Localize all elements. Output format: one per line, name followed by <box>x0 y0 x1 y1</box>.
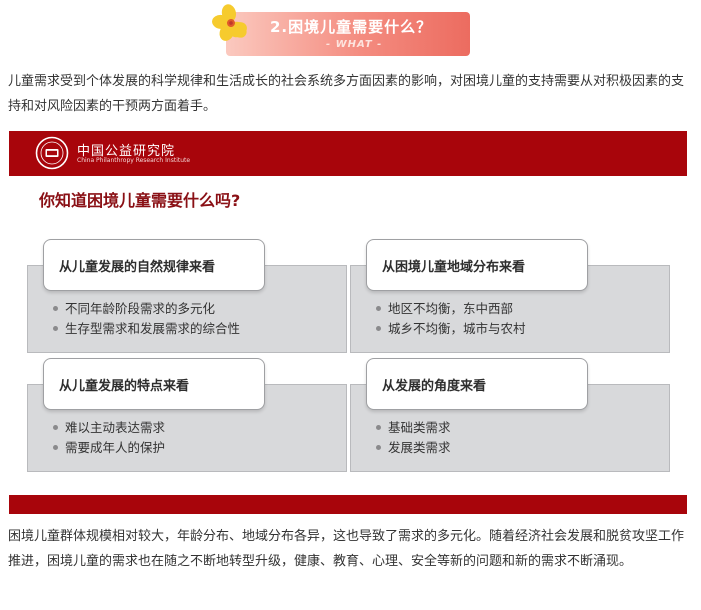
org-name-en: China Philanthropy Research Institute <box>77 157 191 164</box>
infographic: 中国公益研究院 China Philanthropy Research Inst… <box>9 131 687 514</box>
bullet-icon <box>53 445 58 450</box>
card-title-box: 从发展的角度来看 <box>366 358 588 410</box>
org-logo-icon <box>35 136 69 170</box>
card-title: 从儿童发展的特点来看 <box>59 379 190 394</box>
card-title-box: 从儿童发展的自然规律来看 <box>43 239 265 291</box>
list-item: 难以主动表达需求 <box>53 418 165 438</box>
card-title: 从困境儿童地域分布来看 <box>382 260 526 275</box>
bullet-icon <box>376 445 381 450</box>
card-list: 不同年龄阶段需求的多元化 生存型需求和发展需求的综合性 <box>53 299 240 339</box>
list-item-text: 发展类需求 <box>388 440 451 455</box>
card-title-box: 从儿童发展的特点来看 <box>43 358 265 410</box>
bullet-icon <box>53 326 58 331</box>
bullet-icon <box>376 306 381 311</box>
bullet-icon <box>53 425 58 430</box>
flower-icon <box>212 4 247 41</box>
list-item-text: 地区不均衡，东中西部 <box>388 301 514 316</box>
bullet-icon <box>53 306 58 311</box>
section-header: 2.困境儿童需要什么？ - WHAT - <box>212 2 474 60</box>
card-list: 基础类需求 发展类需求 <box>376 418 451 458</box>
infographic-header: 中国公益研究院 China Philanthropy Research Inst… <box>9 131 687 176</box>
section-title: 2.困境儿童需要什么？ <box>270 18 433 36</box>
infographic-footer-bar <box>9 495 687 514</box>
list-item-text: 需要成年人的保护 <box>65 440 166 455</box>
list-item: 城乡不均衡，城市与农村 <box>376 319 526 339</box>
bullet-icon <box>376 326 381 331</box>
closing-paragraph: 困境儿童群体规模相对较大，年龄分布、地域分布各异，这也导致了需求的多元化。随着经… <box>8 529 685 569</box>
card-list: 地区不均衡，东中西部 城乡不均衡，城市与农村 <box>376 299 526 339</box>
list-item-text: 生存型需求和发展需求的综合性 <box>65 321 241 336</box>
list-item-text: 不同年龄阶段需求的多元化 <box>65 301 216 316</box>
list-item: 基础类需求 <box>376 418 451 438</box>
list-item: 发展类需求 <box>376 438 451 458</box>
card-list: 难以主动表达需求 需要成年人的保护 <box>53 418 165 458</box>
list-item-text: 城乡不均衡，城市与农村 <box>388 321 526 336</box>
article-page: 2.困境儿童需要什么？ - WHAT - 儿童需求受到个体发展的科学规律和生活成… <box>0 0 701 610</box>
list-item: 地区不均衡，东中西部 <box>376 299 526 319</box>
card-title: 从儿童发展的自然规律来看 <box>59 260 216 275</box>
section-badge: 2.困境儿童需要什么？ - WHAT - <box>226 12 470 56</box>
list-item-text: 难以主动表达需求 <box>65 420 166 435</box>
infographic-question: 你知道困境儿童需要什么吗? <box>39 191 241 210</box>
card-title: 从发展的角度来看 <box>382 379 487 394</box>
list-item: 生存型需求和发展需求的综合性 <box>53 319 240 339</box>
bullet-icon <box>376 425 381 430</box>
card-title-box: 从困境儿童地域分布来看 <box>366 239 588 291</box>
list-item: 不同年龄阶段需求的多元化 <box>53 299 240 319</box>
section-subtitle: - WHAT - <box>326 39 383 50</box>
list-item-text: 基础类需求 <box>388 420 451 435</box>
list-item: 需要成年人的保护 <box>53 438 165 458</box>
intro-paragraph: 儿童需求受到个体发展的科学规律和生活成长的社会系统多方面因素的影响，对困境儿童的… <box>8 74 685 114</box>
